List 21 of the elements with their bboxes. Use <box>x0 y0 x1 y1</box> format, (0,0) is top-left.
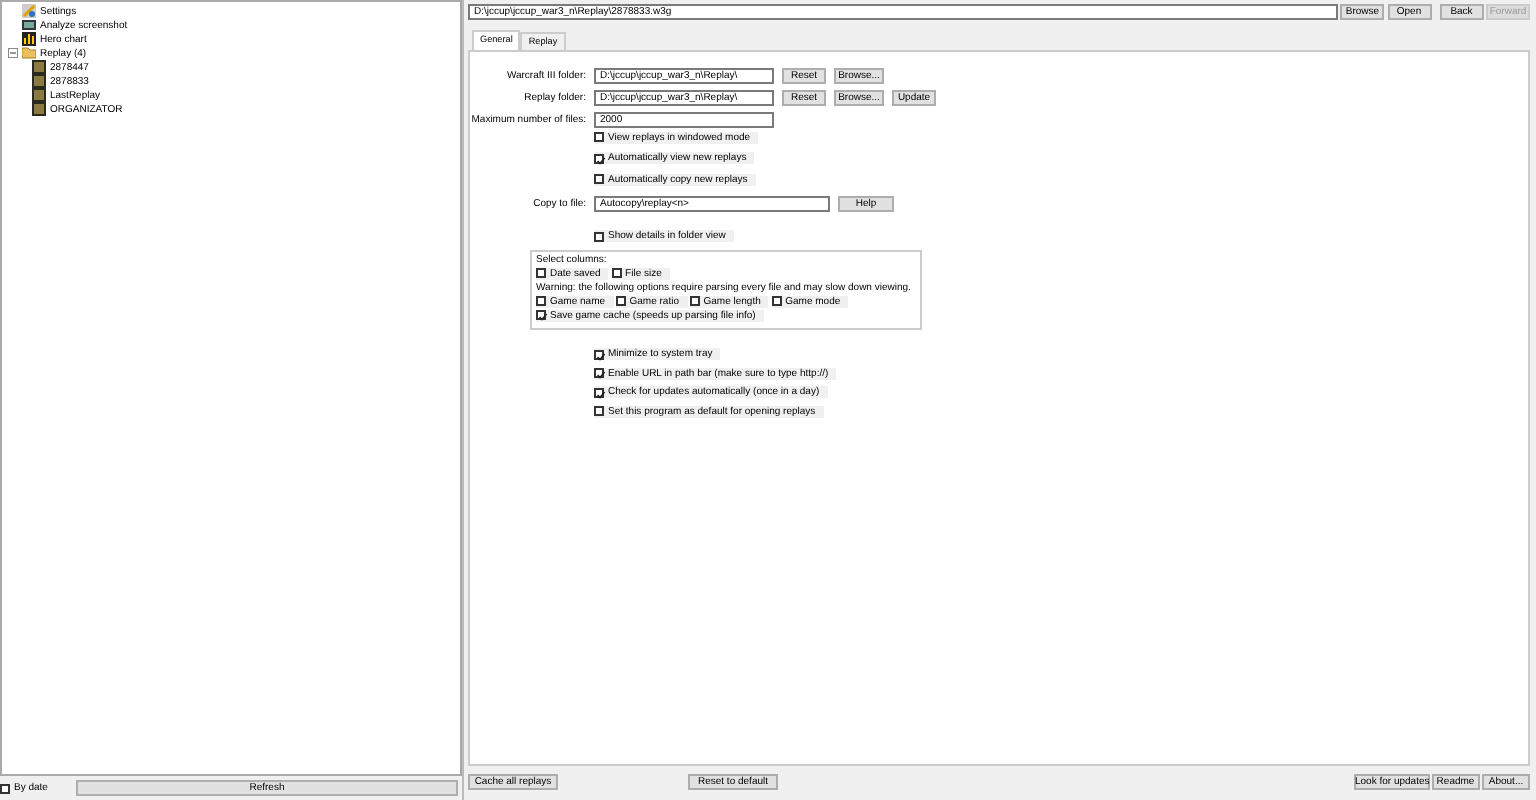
checkbox[interactable] <box>594 174 604 184</box>
checkbox[interactable] <box>594 387 604 397</box>
checkbox[interactable] <box>0 783 10 793</box>
checkbox[interactable] <box>594 406 604 416</box>
collapse-icon[interactable] <box>8 48 18 58</box>
checkbox[interactable] <box>594 132 604 142</box>
checkbox[interactable] <box>594 231 604 241</box>
checkbox[interactable] <box>689 296 700 306</box>
settings-icon <box>22 4 36 18</box>
checkbox[interactable] <box>536 268 546 278</box>
checkbox[interactable] <box>771 296 782 306</box>
monitor-icon <box>22 18 36 32</box>
checkbox[interactable] <box>536 296 546 306</box>
checkbox[interactable] <box>536 310 546 320</box>
checkbox[interactable] <box>615 296 626 306</box>
chart-icon <box>22 32 36 46</box>
checkbox[interactable] <box>611 268 622 278</box>
folder-icon <box>22 46 36 60</box>
checkbox[interactable] <box>594 368 604 378</box>
checkbox[interactable] <box>594 153 604 163</box>
checkbox[interactable] <box>594 349 604 359</box>
